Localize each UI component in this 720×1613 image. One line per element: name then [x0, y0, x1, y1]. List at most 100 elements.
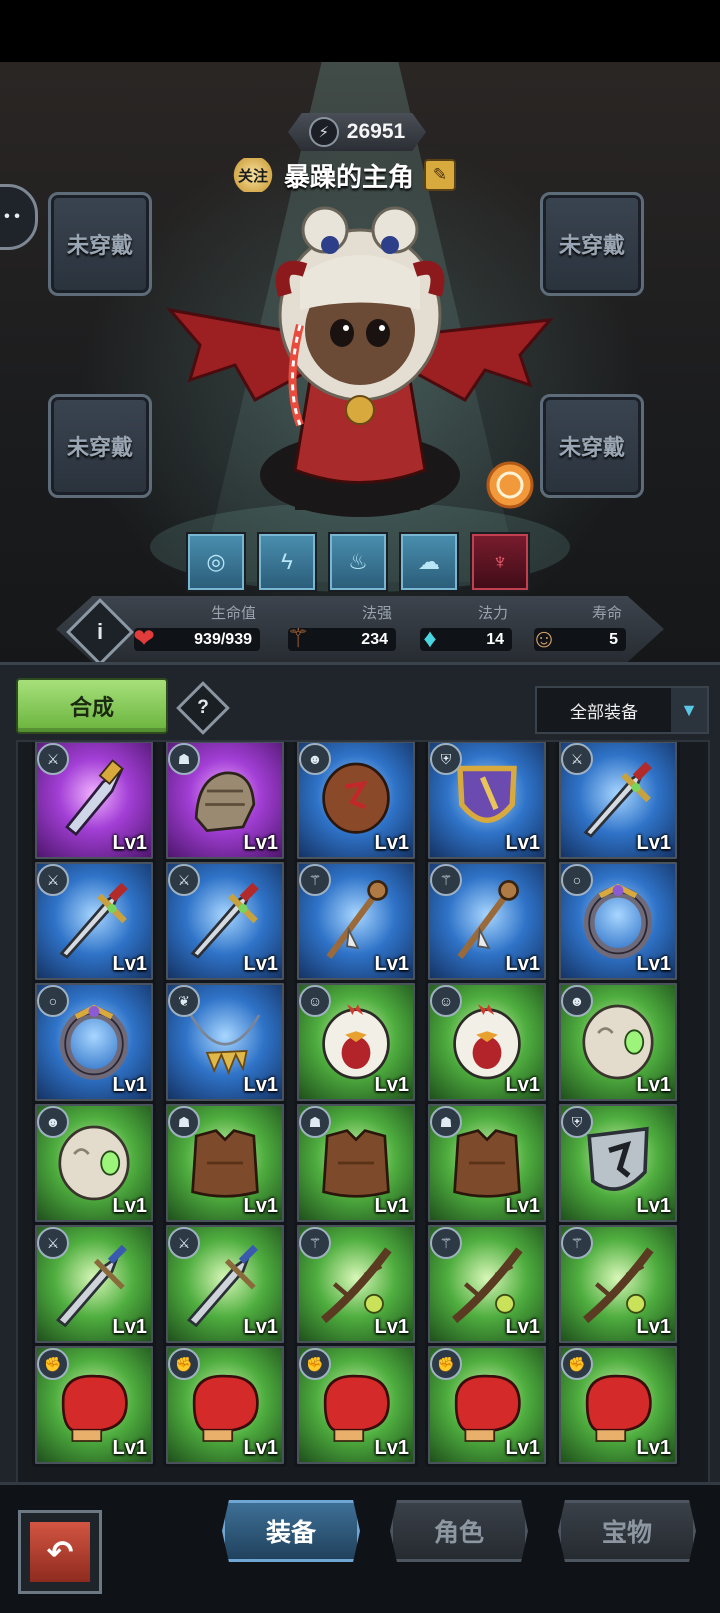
- ring-slot-icon: ○: [561, 864, 593, 896]
- item-level: Lv1: [112, 1195, 147, 1217]
- hero-name: 暴躁的主角: [284, 161, 415, 192]
- item-level: Lv1: [112, 1074, 147, 1096]
- back-arrow-icon: ↶: [30, 1522, 90, 1582]
- weapon-slot-icon: ⚔: [561, 743, 593, 775]
- inventory-item[interactable]: ⚚ Lv1: [425, 859, 549, 983]
- inventory-item[interactable]: ☗ Lv1: [163, 1101, 287, 1225]
- storm-icon[interactable]: ☁: [399, 532, 459, 592]
- demon-icon[interactable]: ♆: [470, 532, 530, 592]
- armor-slot-icon: ☗: [430, 1106, 462, 1138]
- armor-slot-icon: ☗: [299, 1106, 331, 1138]
- slot-top-left[interactable]: 未穿戴: [48, 192, 152, 296]
- inventory-item[interactable]: ⚔ Lv1: [163, 1222, 287, 1346]
- staff-slot-icon: ⚚: [561, 1227, 593, 1259]
- inventory-item[interactable]: ☗ Lv1: [294, 1101, 418, 1225]
- lamp-icon[interactable]: ♨: [328, 532, 388, 592]
- eyes-icon: • •: [4, 208, 20, 225]
- slot-mid-left[interactable]: 未穿戴: [48, 394, 152, 498]
- weapon-slot-icon: ⚔: [168, 1227, 200, 1259]
- shield-slot-icon: ⛨: [430, 743, 462, 775]
- stat-mana: 法力 ♦ 14: [420, 600, 512, 660]
- item-level: Lv1: [112, 832, 147, 854]
- inventory-item[interactable]: ⚚ Lv1: [294, 1222, 418, 1346]
- glove-slot-icon: ✊: [168, 1348, 200, 1380]
- inventory-item[interactable]: ☻ Lv1: [32, 1101, 156, 1225]
- inventory-item[interactable]: ☺ Lv1: [294, 980, 418, 1104]
- glove-slot-icon: ✊: [561, 1348, 593, 1380]
- tab-character[interactable]: 角色: [390, 1500, 528, 1562]
- inventory-item[interactable]: ✊ Lv1: [425, 1343, 549, 1467]
- item-level: Lv1: [243, 832, 278, 854]
- helmet-slot-icon: ☻: [561, 985, 593, 1017]
- item-level: Lv1: [243, 1195, 278, 1217]
- tab-treasure[interactable]: 宝物: [558, 1500, 696, 1562]
- merge-button[interactable]: 合成: [16, 678, 168, 734]
- inventory-item[interactable]: ✊ Lv1: [32, 1343, 156, 1467]
- item-level: Lv1: [374, 1074, 409, 1096]
- inventory-item[interactable]: ☺ Lv1: [425, 980, 549, 1104]
- staff-slot-icon: ⚚: [299, 864, 331, 896]
- ring-slot-icon: ○: [37, 985, 69, 1017]
- equipment-filter-select[interactable]: 全部装备 ▼: [535, 686, 709, 734]
- lightning-icon[interactable]: ϟ: [257, 532, 317, 592]
- inventory-item[interactable]: ☻ Lv1: [556, 980, 680, 1104]
- hero-character: [166, 206, 554, 517]
- lifespan-label: 寿命: [591, 605, 622, 622]
- item-level: Lv1: [636, 953, 671, 975]
- item-level: Lv1: [636, 1316, 671, 1338]
- inventory-item[interactable]: ⚔ Lv1: [556, 742, 680, 862]
- inventory-item[interactable]: ⚔ Lv1: [32, 742, 156, 862]
- inventory-item[interactable]: ☗ Lv1: [425, 1101, 549, 1225]
- tab-equipment[interactable]: 装备: [222, 1500, 360, 1562]
- inventory-item[interactable]: ⚚ Lv1: [294, 859, 418, 983]
- item-level: Lv1: [505, 1074, 540, 1096]
- chevron-down-icon: ▼: [671, 688, 707, 732]
- inventory-item[interactable]: ⚚ Lv1: [556, 1222, 680, 1346]
- item-level: Lv1: [636, 1074, 671, 1096]
- status-bar: [0, 0, 720, 62]
- inventory-item[interactable]: ✊ Lv1: [556, 1343, 680, 1467]
- item-level: Lv1: [112, 1316, 147, 1338]
- item-level: Lv1: [505, 832, 540, 854]
- inventory-item[interactable]: ⚔ Lv1: [32, 859, 156, 983]
- weapon-slot-icon: ⚔: [37, 743, 69, 775]
- shield-slot-icon: ⛨: [561, 1106, 593, 1138]
- item-level: Lv1: [374, 1195, 409, 1217]
- inventory-item[interactable]: ☻ Lv1: [294, 742, 418, 862]
- inventory-item[interactable]: ❦ Lv1: [163, 980, 287, 1104]
- inventory-item[interactable]: ⚚ Lv1: [425, 1222, 549, 1346]
- swirl-icon[interactable]: ◎: [186, 532, 246, 592]
- staff-icon: ⚚: [286, 623, 310, 653]
- inventory-item[interactable]: ⚔ Lv1: [163, 859, 287, 983]
- inventory-item[interactable]: ⛨ Lv1: [425, 742, 549, 862]
- item-level: Lv1: [243, 1074, 278, 1096]
- amulet-slot-icon: ❦: [168, 985, 200, 1017]
- edit-name-icon[interactable]: ✎: [424, 159, 457, 191]
- back-button[interactable]: ↶: [18, 1510, 102, 1594]
- help-icon: ?: [197, 697, 209, 718]
- staff-slot-icon: ⚚: [430, 1227, 462, 1259]
- staff-slot-icon: ⚚: [430, 864, 462, 896]
- inventory-item[interactable]: ○ Lv1: [32, 980, 156, 1104]
- head-slot-icon: ☺: [430, 985, 462, 1017]
- armor-slot-icon: ☗: [168, 743, 200, 775]
- glove-slot-icon: ✊: [430, 1348, 462, 1380]
- follow-star-button[interactable]: 关注: [232, 158, 274, 192]
- glove-slot-icon: ✊: [37, 1348, 69, 1380]
- item-level: Lv1: [636, 1195, 671, 1217]
- weapon-slot-icon: ⚔: [37, 1227, 69, 1259]
- hero-name-row: 关注 暴躁的主角 ✎: [232, 156, 457, 194]
- inventory-item[interactable]: ☗ Lv1: [163, 742, 287, 862]
- inventory-item[interactable]: ○ Lv1: [556, 859, 680, 983]
- item-level: Lv1: [374, 1437, 409, 1459]
- inventory-item[interactable]: ✊ Lv1: [163, 1343, 287, 1467]
- item-level: Lv1: [374, 832, 409, 854]
- inventory-item[interactable]: ⛨ Lv1: [556, 1101, 680, 1225]
- inventory-item[interactable]: ✊ Lv1: [294, 1343, 418, 1467]
- heart-icon: ❤: [133, 623, 155, 653]
- inventory-item[interactable]: ⚔ Lv1: [32, 1222, 156, 1346]
- combat-power: ⚡ 26951: [288, 113, 426, 151]
- armor-slot-icon: ☗: [168, 1106, 200, 1138]
- stat-spell-power: 法强 ⚚ 234: [286, 600, 396, 660]
- item-level: Lv1: [243, 953, 278, 975]
